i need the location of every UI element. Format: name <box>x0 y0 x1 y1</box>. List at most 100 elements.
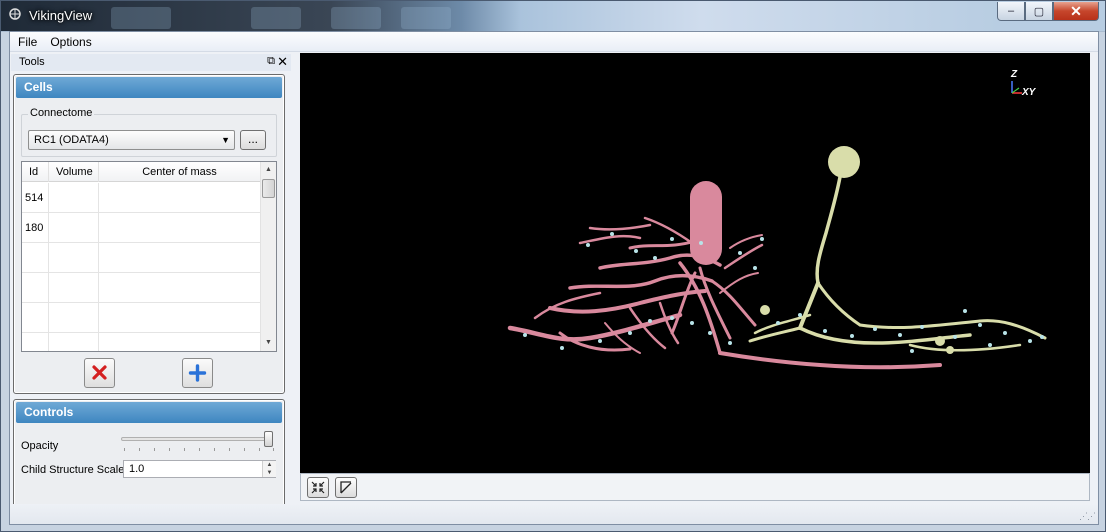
table-row[interactable]: 514 <box>22 183 261 213</box>
tools-dock-header[interactable]: Tools ⧉ ✕ <box>11 54 291 71</box>
toggle-axes-icon <box>340 481 352 494</box>
slider-tick <box>199 448 200 451</box>
connectome-select-value: RC1 (ODATA4) <box>34 134 109 146</box>
title-bar[interactable]: VikingView ‒ ▢ ✕ <box>1 1 1105 31</box>
cell-center-of-mass <box>99 273 261 303</box>
cell-center-of-mass <box>99 243 261 273</box>
cells-panel: Cells Connectome RC1 (ODATA4) ▼ ... Id V… <box>13 74 285 394</box>
axis-xy-label: XY <box>1022 87 1036 98</box>
axis-z-label: Z <box>1011 69 1018 80</box>
cell-volume <box>49 333 99 351</box>
table-row[interactable] <box>22 243 261 273</box>
tools-dock-title: Tools <box>19 56 45 68</box>
slider-tick <box>273 448 274 451</box>
background-ghost <box>331 7 381 29</box>
scroll-up-icon[interactable]: ▲ <box>261 162 276 178</box>
status-bar: ⋰⋰ <box>10 504 1098 524</box>
slider-tick <box>244 448 245 451</box>
slider-tick <box>169 448 170 451</box>
remove-cell-button[interactable] <box>84 358 115 388</box>
toggle-axes-button[interactable] <box>335 477 357 498</box>
minimize-button[interactable]: ‒ <box>997 2 1025 21</box>
close-button[interactable]: ✕ <box>1053 2 1099 21</box>
maximize-button[interactable]: ▢ <box>1025 2 1053 21</box>
connectome-label: Connectome <box>28 107 95 119</box>
cell-id: 514 <box>22 183 49 213</box>
blue-plus-icon <box>188 364 207 382</box>
slider-tick <box>124 448 125 451</box>
cell-id <box>22 333 49 351</box>
view-toolbar <box>300 473 1090 501</box>
menu-file[interactable]: File <box>13 32 45 51</box>
table-row[interactable] <box>22 273 261 303</box>
column-header-id[interactable]: Id <box>22 162 49 182</box>
spin-down-icon[interactable]: ▼ <box>262 469 276 477</box>
table-header: Id Volume Center of mass <box>22 162 261 182</box>
cells-panel-header[interactable]: Cells <box>16 77 282 98</box>
cell-volume <box>49 183 99 213</box>
scroll-thumb[interactable] <box>262 179 275 198</box>
slider-tick <box>139 448 140 451</box>
cell-volume <box>49 303 99 333</box>
connectome-select[interactable]: RC1 (ODATA4) ▼ <box>28 130 235 150</box>
fit-view-icon <box>311 481 325 494</box>
table-scrollbar[interactable]: ▲ ▼ <box>260 162 276 351</box>
table-row[interactable] <box>22 333 261 351</box>
slider-tick <box>214 448 215 451</box>
render-view[interactable]: Z XY <box>300 53 1090 473</box>
cell-center-of-mass <box>99 303 261 333</box>
cell-id <box>22 303 49 333</box>
table-row[interactable]: 180 <box>22 213 261 243</box>
reset-view-button[interactable] <box>307 477 329 498</box>
pink-neuron <box>507 181 942 370</box>
red-x-icon <box>92 365 107 380</box>
cell-center-of-mass <box>99 333 261 351</box>
child-structure-scale-label: Child Structure Scale <box>21 464 125 476</box>
background-ghost <box>401 7 451 29</box>
opacity-slider[interactable] <box>121 431 278 457</box>
child-structure-scale-value: 1.0 <box>129 463 145 475</box>
menu-bar: File Options <box>10 32 1098 52</box>
slider-tick <box>229 448 230 451</box>
cell-id <box>22 273 49 303</box>
float-dock-icon[interactable]: ⧉ <box>267 55 275 68</box>
background-ghost <box>251 7 301 29</box>
background-ghost <box>111 7 171 29</box>
controls-panel-header[interactable]: Controls <box>16 402 282 423</box>
browse-connectome-button[interactable]: ... <box>240 130 266 150</box>
slider-tick <box>154 448 155 451</box>
column-header-center-of-mass[interactable]: Center of mass <box>99 162 261 182</box>
menu-options[interactable]: Options <box>45 32 99 51</box>
cell-center-of-mass <box>99 213 261 243</box>
slider-tick <box>259 448 260 451</box>
chevron-down-icon: ▼ <box>221 135 230 145</box>
column-header-volume[interactable]: Volume <box>49 162 99 182</box>
cell-center-of-mass <box>99 183 261 213</box>
controls-panel: Controls Opacity Child Structure Scale 1… <box>13 399 285 508</box>
window-controls: ‒ ▢ ✕ <box>997 2 1099 21</box>
cell-id: 180 <box>22 213 49 243</box>
neuron-render <box>507 81 1047 370</box>
cell-id <box>22 243 49 273</box>
axes-indicator <box>1011 81 1022 94</box>
spin-up-icon[interactable]: ▲ <box>262 461 276 469</box>
window-title: VikingView <box>29 8 93 23</box>
close-dock-icon[interactable]: ✕ <box>277 54 288 70</box>
tools-dock: Tools ⧉ ✕ Cells Connectome RC1 (ODATA4) … <box>11 54 291 510</box>
cell-volume <box>49 243 99 273</box>
child-structure-scale-spinbox[interactable]: 1.0 ▲ ▼ <box>123 460 276 478</box>
slider-track[interactable] <box>121 437 273 441</box>
add-cell-button[interactable] <box>182 358 213 388</box>
resize-grip-icon[interactable]: ⋰⋰ <box>1079 511 1096 522</box>
table-row[interactable] <box>22 303 261 333</box>
scroll-down-icon[interactable]: ▼ <box>261 335 276 351</box>
cell-volume <box>49 273 99 303</box>
main-window-client: File Options Tools ⧉ ✕ Cells Connectome … <box>9 31 1099 525</box>
cell-table[interactable]: Id Volume Center of mass 514 180 ▲ ▼ <box>21 161 277 352</box>
app-icon <box>9 8 21 20</box>
cell-volume <box>49 213 99 243</box>
app-window: VikingView ‒ ▢ ✕ File Options Tools ⧉ ✕ … <box>0 0 1106 532</box>
slider-handle[interactable] <box>264 431 273 447</box>
green-neuron <box>748 146 1047 354</box>
slider-tick <box>184 448 185 451</box>
